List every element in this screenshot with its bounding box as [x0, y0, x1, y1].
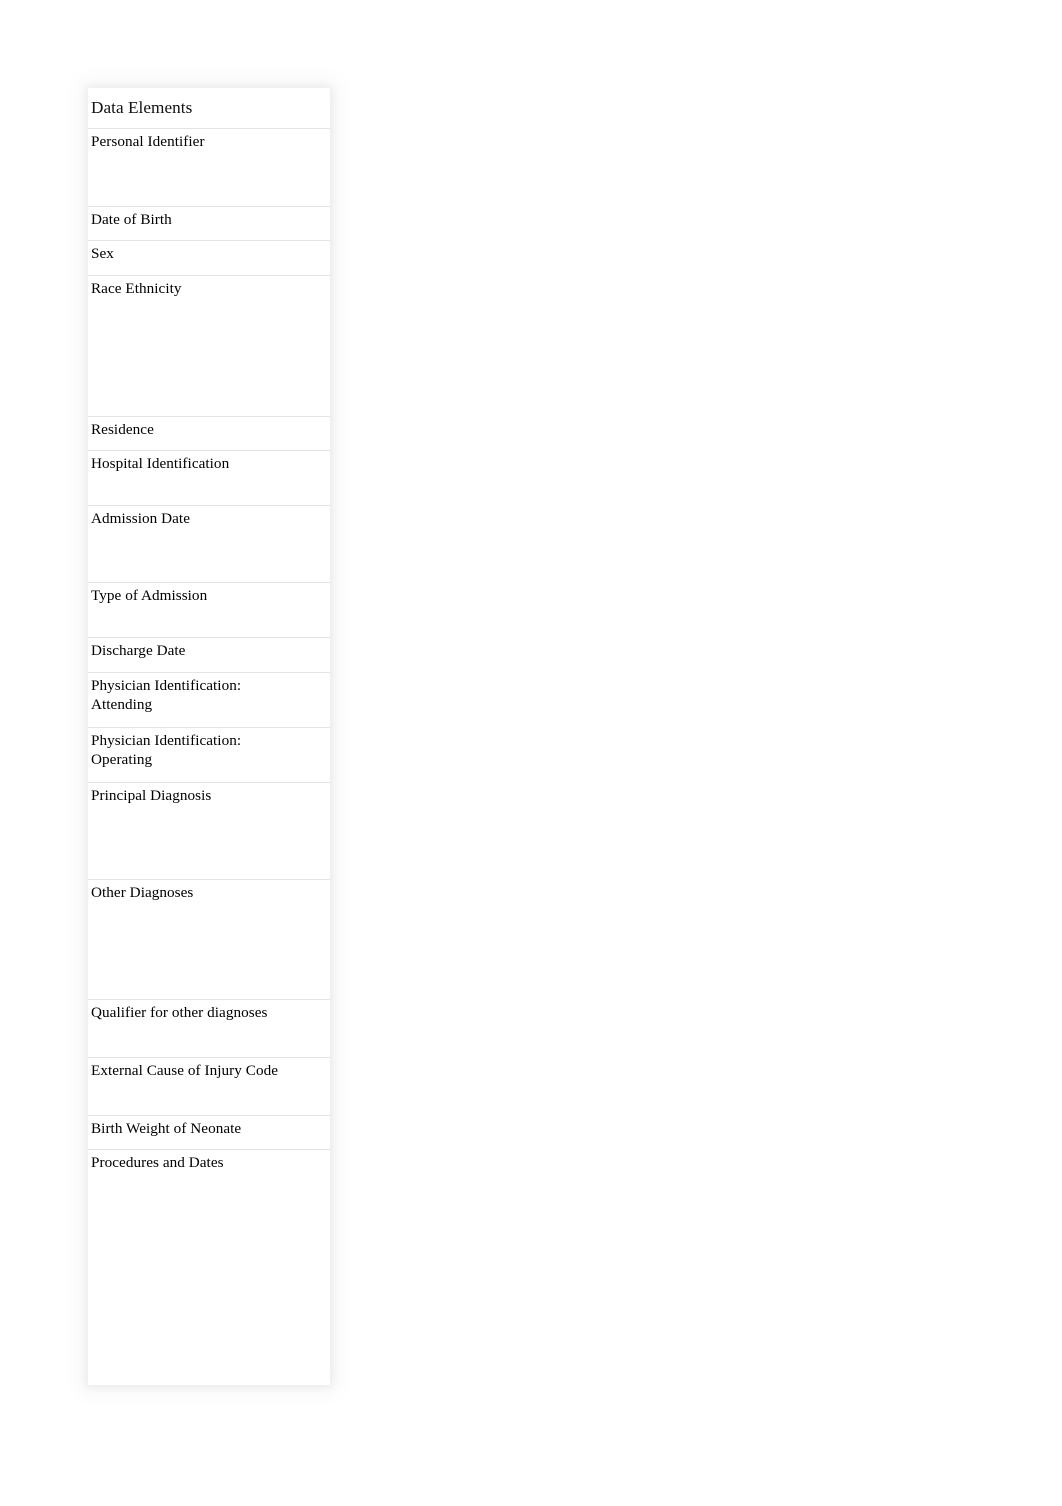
table-row: Sex — [88, 240, 330, 275]
data-element-label: Birth Weight of Neonate — [91, 1120, 242, 1137]
data-elements-table: Data Elements Personal Identifier Date o… — [88, 88, 330, 1385]
data-element-label: Personal Identifier — [91, 133, 205, 150]
table-row: Physician Identification: Operating — [88, 727, 330, 782]
data-element-label: Physician Identification: Operating — [91, 732, 242, 768]
data-element-label: Residence — [91, 421, 154, 438]
data-element-label: Discharge Date — [91, 642, 186, 659]
table-row: Personal Identifier — [88, 128, 330, 206]
data-element-label: Date of Birth — [91, 211, 172, 228]
table-row: External Cause of Injury Code — [88, 1057, 330, 1115]
table-header-row: Data Elements — [88, 88, 330, 128]
data-element-label: Qualifier for other diagnoses — [91, 1004, 268, 1021]
data-element-label: Procedures and Dates — [91, 1154, 224, 1171]
table-row: Other Diagnoses — [88, 879, 330, 999]
table-row: Physician Identification: Attending — [88, 672, 330, 727]
data-element-label: Physician Identification: Attending — [91, 677, 242, 713]
table-row: Type of Admission — [88, 582, 330, 637]
data-element-label: Race Ethnicity — [91, 280, 182, 297]
data-element-label: Other Diagnoses — [91, 884, 194, 901]
data-element-label: Type of Admission — [91, 587, 208, 604]
table-row: Discharge Date — [88, 637, 330, 672]
column-header-data-elements: Data Elements — [91, 98, 193, 117]
table-row: Admission Date — [88, 505, 330, 582]
data-element-label: Admission Date — [91, 510, 190, 527]
table-row: Birth Weight of Neonate — [88, 1115, 330, 1149]
data-element-label: Sex — [91, 245, 114, 262]
data-element-label: Principal Diagnosis — [91, 787, 212, 804]
data-element-label: Hospital Identification — [91, 455, 230, 472]
table-row: Date of Birth — [88, 206, 330, 240]
table-row: Hospital Identification — [88, 450, 330, 505]
table-row: Race Ethnicity — [88, 275, 330, 416]
data-element-label: External Cause of Injury Code — [91, 1062, 279, 1079]
table-row: Procedures and Dates — [88, 1149, 330, 1385]
table-row: Residence — [88, 416, 330, 450]
table-row: Qualifier for other diagnoses — [88, 999, 330, 1057]
document-page: Data Elements Personal Identifier Date o… — [0, 0, 1062, 1506]
table-row: Principal Diagnosis — [88, 782, 330, 879]
